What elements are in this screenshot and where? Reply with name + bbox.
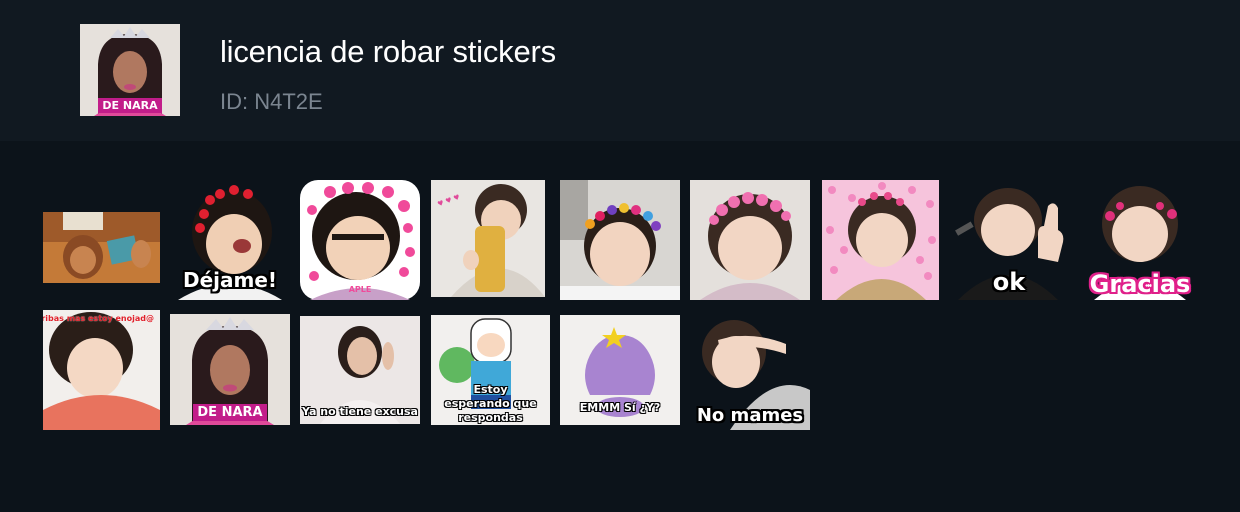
sticker-heart-eyes[interactable]: APLE bbox=[300, 180, 420, 300]
sticker-no-mames[interactable]: No mames bbox=[690, 310, 810, 430]
kuzco-image bbox=[43, 212, 160, 283]
sticker-gracias[interactable]: Gracias bbox=[1080, 180, 1200, 300]
pouting-baby-image bbox=[43, 310, 160, 430]
sticker-pink-hearts[interactable] bbox=[822, 180, 939, 300]
sticker-caption: Ya no tiene excusa bbox=[302, 405, 418, 418]
phone-baby-image: ♥ ♥ ♥ bbox=[431, 180, 545, 297]
pack-id: ID: N4T2E bbox=[220, 89, 323, 114]
sticker-caption: No mames bbox=[696, 405, 804, 426]
pack-title: licencia de robar stickers bbox=[220, 34, 556, 69]
sticker-caption: Gracias bbox=[1089, 270, 1191, 298]
sticker-caption: no escribas mas estoy enojad@ bbox=[43, 314, 154, 323]
sticker-flower-crown[interactable] bbox=[690, 180, 810, 300]
sticker-caption: Déjame! bbox=[182, 268, 278, 292]
sticker-caption: EMMM Sí ¿Y? bbox=[579, 401, 661, 414]
heart-eyes-baby-image bbox=[300, 180, 420, 300]
sticker-estoy-esperando[interactable]: Estoy esperando que respondas bbox=[431, 315, 550, 425]
pack-header: DE NARA licencia de robar stickers ID: N… bbox=[0, 0, 1240, 141]
sticker-ya-no-tiene-excusa[interactable]: Ya no tiene excusa bbox=[300, 316, 420, 424]
sticker-emperor-kuzco[interactable] bbox=[43, 212, 160, 283]
sticker-flower-crown-bath[interactable] bbox=[560, 180, 680, 300]
flower-crown-image bbox=[690, 180, 810, 300]
pink-hearts-image bbox=[822, 180, 939, 300]
sticker-caption: Estoy esperando que respondas bbox=[444, 383, 537, 424]
sticker-dejame[interactable]: Déjame! bbox=[170, 180, 290, 300]
pack-thumbnail-caption: DE NARA bbox=[98, 98, 162, 113]
sticker-emmm-si-y[interactable]: EMMM Sí ¿Y? bbox=[560, 315, 680, 425]
sticker-phone-baby[interactable]: ♥ ♥ ♥ bbox=[431, 180, 545, 297]
sticker-caption: ok bbox=[992, 268, 1026, 296]
sticker-caption: APLE bbox=[348, 285, 372, 294]
sticker-caption: DE NARA bbox=[193, 404, 267, 421]
sticker-no-escribas[interactable]: no escribas mas estoy enojad@ bbox=[43, 310, 160, 430]
sticker-ok[interactable]: ok bbox=[950, 180, 1068, 300]
sticker-de-nara[interactable]: DE NARA bbox=[170, 314, 290, 425]
flower-crown-bath-image bbox=[560, 180, 680, 300]
pack-thumbnail[interactable]: DE NARA bbox=[80, 24, 180, 116]
